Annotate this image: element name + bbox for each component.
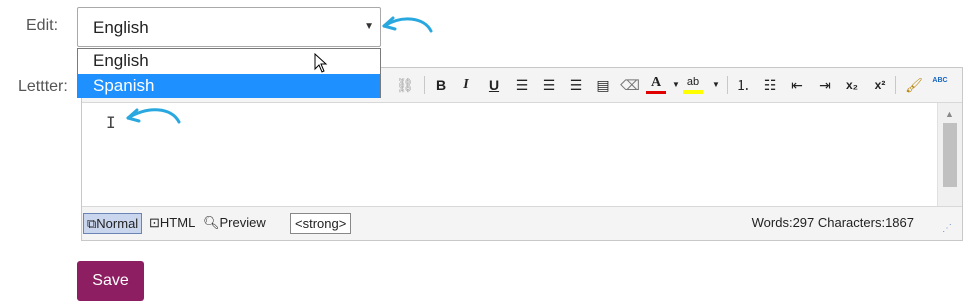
letter-label: Lettter: [18,78,68,95]
align-right-icon[interactable]: ☰ [566,75,586,95]
highlight-icon[interactable]: ab [683,75,703,94]
outdent-icon[interactable]: ⇤ [787,75,807,95]
underline-icon[interactable]: U [484,75,504,95]
italic-icon[interactable]: I [456,75,476,95]
mode-preview-button[interactable]: 🔍︎Preview [200,213,269,232]
editor-status-bar: ⧉Normal ⊡HTML 🔍︎Preview <strong> Words:2… [82,206,962,240]
normal-mode-icon: ⧉ [87,216,97,231]
language-option-spanish[interactable]: Spanish [78,74,380,98]
annotation-arrow-icon [382,16,433,33]
subscript-icon[interactable]: x₂ [842,75,862,95]
scrollbar-thumb[interactable] [943,123,957,187]
unordered-list-icon[interactable]: ☷ [760,75,780,95]
language-select-value: English [93,18,149,37]
toolbar-separator [424,76,425,94]
chevron-down-icon[interactable]: ▼ [364,21,374,32]
highlight-dropdown-icon[interactable]: ▼ [706,75,726,95]
mode-html-button[interactable]: ⊡HTML [146,213,198,232]
current-tag-badge[interactable]: <strong> [290,213,352,234]
align-center-icon[interactable]: ☰ [539,75,559,95]
html-mode-icon: ⊡ [149,215,160,230]
align-left-icon[interactable]: ☰ [512,75,532,95]
editor-scrollbar[interactable]: ▲ [937,103,962,207]
language-option-english[interactable]: English [78,49,380,73]
superscript-icon[interactable]: x² [870,75,890,95]
annotation-arrow-icon [126,108,181,124]
mode-html-label: HTML [159,215,196,230]
toolbar-separator [895,76,896,94]
save-button[interactable]: Save [77,261,144,301]
language-select[interactable]: English ▼ [77,7,381,47]
spellcheck-icon[interactable]: ABC [930,75,950,95]
text-cursor-icon: I [106,113,116,132]
editor-content-area[interactable] [82,103,936,207]
justify-icon[interactable]: ▤ [593,75,613,95]
magnifier-icon: 🔍︎ [203,215,220,230]
resize-grip-icon[interactable]: ⋰ [942,223,952,234]
word-count: Words:297 Characters:1867 [751,215,914,230]
eraser-icon[interactable]: ⌫ [620,75,640,95]
edit-label: Edit: [26,17,59,34]
unlink-icon[interactable]: ⛓ [395,75,415,95]
ordered-list-icon[interactable]: ⒈ [733,75,753,95]
mode-normal-button[interactable]: ⧉Normal [83,213,143,234]
mouse-pointer-icon [314,53,328,73]
toolbar-separator [727,76,728,94]
mode-preview-label: Preview [219,215,266,230]
scroll-up-icon[interactable]: ▲ [945,109,954,119]
font-color-icon[interactable]: A [646,75,666,94]
bold-icon[interactable]: B [431,75,451,95]
language-dropdown-list: English Spanish [77,48,381,98]
indent-icon[interactable]: ⇥ [815,75,835,95]
format-painter-icon[interactable]: 🖌 [904,75,924,95]
mode-normal-label: Normal [96,216,139,231]
